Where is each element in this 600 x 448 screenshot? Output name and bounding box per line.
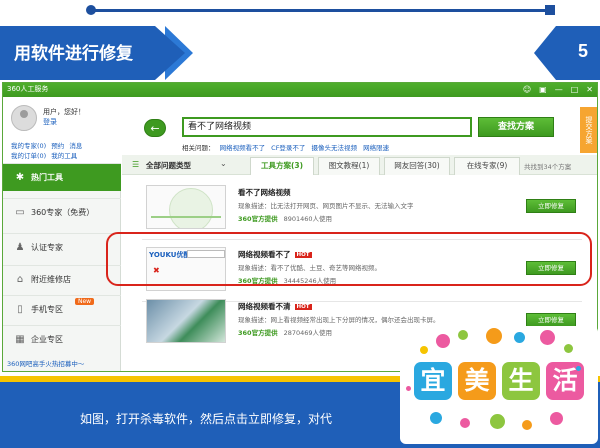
my-tools-link[interactable]: 我的工具: [51, 152, 77, 160]
top-rule-dot: [86, 5, 96, 15]
shirt-icon[interactable]: ▣: [539, 84, 547, 95]
result-thumbnail: [146, 299, 226, 343]
app-title: 360人工服务: [7, 85, 49, 93]
sidebar-item-nearby-repair[interactable]: ⌂ 附近维修店: [3, 265, 121, 293]
result-description: 现象描述：网上看视频经常出现上下分屏的情况，偶尔还会出现卡屏。: [238, 316, 440, 324]
related-link[interactable]: 网络限速: [363, 144, 389, 152]
user-links: 我的专家(0) 预约 消息 我的订单(0) 我的工具: [11, 141, 121, 161]
minimize-icon[interactable]: —: [555, 84, 563, 95]
filter-bar: ☰ 全部问题类型 ⌄ 工具方案(3) 图文教程(1) 网友回答(30) 在线专家…: [122, 155, 597, 175]
tab-online-experts[interactable]: 在线专家(9): [454, 157, 520, 175]
person-icon: ♟: [15, 242, 25, 253]
problem-type-select[interactable]: 全部问题类型: [146, 160, 191, 171]
submit-solution-tab[interactable]: 提交方案: [580, 107, 597, 153]
user-greeting: 用户，您好！: [43, 108, 85, 116]
slide-title: 用软件进行修复: [14, 44, 133, 64]
back-button[interactable]: ←: [144, 119, 166, 137]
appointment-link[interactable]: 预约: [51, 142, 64, 150]
top-rule: [92, 9, 550, 12]
page-number: 5: [578, 41, 589, 61]
my-experts-link[interactable]: 我的专家(0): [11, 142, 46, 150]
sticker-char: 生: [502, 362, 540, 400]
sidebar: 用户，您好！ 登录 我的专家(0) 预约 消息 我的订单(0) 我的工具 ✱ 热…: [3, 97, 121, 371]
login-link[interactable]: 登录: [43, 117, 57, 127]
chevron-down-icon[interactable]: ⌄: [220, 159, 227, 168]
sticker-char: 美: [458, 362, 496, 400]
result-description: 现象描述：比无法打开网页、网页图片不显示、无法输入文字: [238, 202, 414, 210]
new-badge: New: [75, 298, 95, 305]
sidebar-item-enterprise[interactable]: ▦ 企业专区: [3, 325, 121, 353]
shop-icon: ⌂: [16, 274, 24, 285]
sidebar-item-360-expert[interactable]: ▭ 360专家（免费）: [3, 198, 121, 226]
search-input[interactable]: 看不了网络视频: [182, 117, 472, 137]
slide-caption: 如图，打开杀毒软件，然后点击立即修复，对代: [80, 412, 333, 426]
related-questions: 相关问题： 网络视频看不了 CF登录不了 摄像头无法视频 网络限速: [182, 144, 390, 152]
messages-link[interactable]: 消息: [69, 142, 82, 150]
list-icon: ☰: [132, 160, 140, 169]
sticker-title: 宜 美 生 活: [414, 362, 584, 400]
result-item: 看不了网络视频 现象描述：比无法打开网页、网页图片不显示、无法输入文字 360官…: [122, 181, 597, 239]
user-icon[interactable]: ☺: [523, 84, 531, 95]
fix-now-button[interactable]: 立即修复: [526, 199, 576, 213]
result-title[interactable]: 看不了网络视频: [238, 187, 291, 198]
find-solution-button[interactable]: 查找方案: [478, 117, 554, 137]
tab-user-answers[interactable]: 网友回答(30): [384, 157, 450, 175]
arrow-left-icon: ←: [150, 122, 160, 135]
fix-now-button[interactable]: 立即修复: [526, 313, 576, 327]
related-link[interactable]: 摄像头无法视频: [312, 144, 358, 152]
top-rule-square: [545, 5, 555, 15]
highlight-circle: [106, 232, 592, 286]
windows-icon: ▦: [15, 334, 25, 345]
result-count: 共找到34个方案: [524, 163, 572, 171]
recruit-link[interactable]: 360网吧高手火热招募中～: [7, 358, 84, 368]
my-orders-link[interactable]: 我的订单(0): [11, 152, 46, 160]
maximize-icon[interactable]: □: [571, 84, 579, 95]
close-icon[interactable]: ✕: [586, 84, 593, 95]
result-meta: 360官方提供 8901460人使用: [238, 215, 333, 223]
result-thumbnail: [146, 185, 226, 229]
sticker-logo: 宜 美 生 活: [400, 326, 598, 444]
result-meta: 360官方提供 2870469人使用: [238, 329, 333, 337]
related-link[interactable]: CF登录不了: [271, 144, 305, 152]
monitor-icon: ▭: [15, 207, 25, 218]
hot-badge: HOT: [294, 304, 312, 310]
sidebar-item-hot-tools[interactable]: ✱ 热门工具: [3, 163, 121, 191]
sidebar-item-mobile[interactable]: ▯ 手机专区 New: [3, 295, 121, 323]
tab-tool-solutions[interactable]: 工具方案(3): [250, 157, 314, 175]
title-banner: 用软件进行修复 5: [0, 26, 600, 80]
tab-tutorials[interactable]: 图文教程(1): [318, 157, 380, 175]
phone-icon: ▯: [17, 304, 23, 315]
related-link[interactable]: 网络视频看不了: [220, 144, 266, 152]
avatar[interactable]: [11, 105, 37, 131]
app-titlebar: 360人工服务 ☺ ▣ — □ ✕: [3, 83, 597, 97]
sticker-char: 宜: [414, 362, 452, 400]
fire-icon: ✱: [15, 172, 25, 183]
user-area: 用户，您好！ 登录 我的专家(0) 预约 消息 我的订单(0) 我的工具: [3, 97, 121, 163]
result-title[interactable]: 网络视频看不清 HOT: [238, 301, 312, 312]
sidebar-item-certified-expert[interactable]: ♟ 认证专家: [3, 233, 121, 261]
